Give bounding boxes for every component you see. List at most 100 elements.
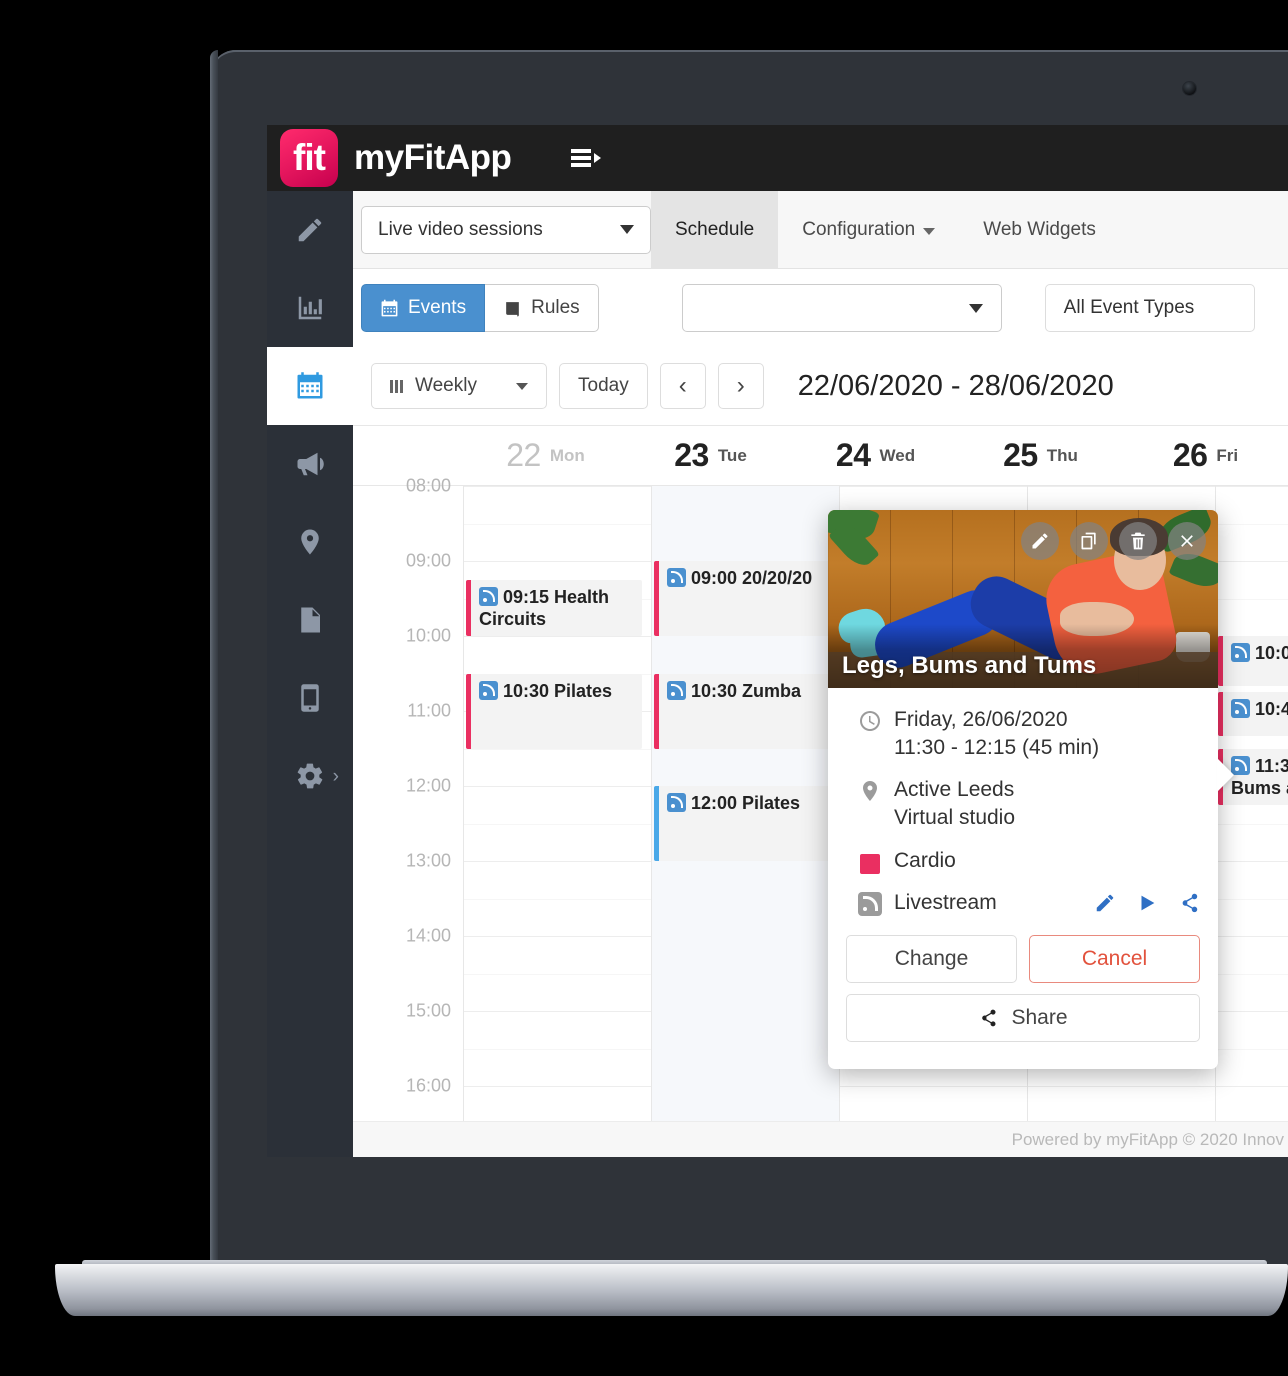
sidebar-item-content[interactable] — [267, 191, 353, 269]
trash-icon — [1131, 532, 1145, 550]
calendar-event[interactable]: 09:15 Health Circuits — [466, 579, 642, 636]
cancel-button-label: Cancel — [1081, 946, 1148, 970]
hour-label: 16:00 — [405, 1075, 451, 1096]
close-popup-button[interactable] — [1168, 522, 1206, 560]
day-number: 26 — [1172, 437, 1208, 473]
app-header: fit myFitApp — [267, 125, 1288, 191]
hamburger-icon[interactable] — [571, 149, 602, 167]
sidebar-item-reports[interactable] — [267, 269, 353, 347]
bar-chart-icon — [298, 296, 322, 320]
calendar-event[interactable]: 10:00 — [1218, 636, 1288, 686]
document-icon — [301, 607, 320, 633]
chevron-right-icon: › — [736, 372, 745, 399]
event-color-bar — [466, 673, 471, 749]
time-gutter: 08:00 09:00 10:00 11:00 12:00 13:00 14:00 15:00… — [353, 476, 463, 1157]
calendar-event[interactable]: 10:30 Zumba — [654, 673, 830, 749]
category-color-swatch — [860, 853, 880, 874]
prev-week-button[interactable]: ‹ — [659, 363, 706, 409]
popup-stream-label: Livestream — [894, 890, 997, 914]
popup-title: Legs, Bums and Tums — [842, 652, 1097, 679]
popup-location-row: Active Leeds Virtual studio — [828, 776, 1218, 832]
mobile-icon — [301, 684, 319, 712]
hour-label: 14:00 — [405, 925, 451, 946]
sidebar-item-documents[interactable] — [267, 581, 353, 659]
pencil-icon[interactable] — [1094, 892, 1116, 914]
day-header-24[interactable]: 24 Wed — [793, 426, 958, 485]
today-button-label: Today — [578, 375, 629, 396]
view-select-left: Weekly — [390, 375, 477, 397]
day-name: Wed — [879, 445, 916, 465]
popup-category: Cardio — [894, 848, 956, 872]
sidebar-item-app[interactable] — [267, 659, 353, 737]
calendar-day-header: 22 Mon 23 Tue 24 Wed 25 Thu 26 Fri — [353, 425, 1288, 485]
event-color-bar — [654, 673, 659, 749]
cancel-button[interactable]: Cancel — [1029, 934, 1200, 983]
events-button[interactable]: Events — [361, 284, 486, 332]
event-color-bar — [654, 561, 659, 636]
megaphone-icon — [297, 452, 324, 476]
popup-date: Friday, 26/06/2020 — [894, 708, 1068, 731]
calendar-event[interactable]: 09:00 20/20/20 — [654, 561, 830, 636]
date-range-label: 22/06/2020 - 28/06/2020 — [797, 369, 1114, 402]
duplicate-event-button[interactable] — [1070, 522, 1108, 560]
sidebar-item-campaigns[interactable] — [267, 425, 353, 503]
event-types-select[interactable]: All Event Types — [1044, 284, 1255, 332]
location-pin-icon-wrap — [846, 776, 894, 803]
rss-icon — [667, 680, 686, 700]
popup-body: Friday, 26/06/2020 11:30 - 12:15 (45 min… — [828, 688, 1218, 1069]
location-pin-icon — [301, 529, 319, 555]
change-button[interactable]: Change — [846, 934, 1017, 983]
popup-time-row: Friday, 26/06/2020 11:30 - 12:15 (45 min… — [828, 706, 1218, 762]
laptop-base — [55, 1264, 1288, 1316]
event-title: 09:15 Health Circuits — [479, 586, 610, 630]
filter-select[interactable] — [681, 284, 1002, 332]
sidebar-item-schedule[interactable] — [267, 347, 353, 425]
day-header-25[interactable]: 25 Thu — [958, 426, 1123, 485]
change-button-label: Change — [894, 946, 969, 970]
day-name: Thu — [1046, 445, 1078, 465]
delete-event-button[interactable] — [1119, 522, 1157, 560]
today-button[interactable]: Today — [559, 363, 648, 409]
sidebar-item-locations[interactable] — [267, 503, 353, 581]
day-number: 23 — [674, 437, 709, 473]
day-header-22[interactable]: 22 Mon — [463, 426, 628, 485]
rss-icon — [858, 892, 882, 917]
share-icon[interactable] — [1178, 892, 1200, 914]
chevron-down-icon — [968, 303, 983, 313]
popup-hero-image: Legs, Bums and Tums — [828, 510, 1218, 688]
popup-arrow — [1217, 758, 1234, 792]
day-header-26[interactable]: 26 Fri — [1123, 426, 1288, 485]
view-select[interactable]: Weekly — [371, 363, 547, 409]
chevron-down-icon — [620, 225, 634, 234]
day-name: Mon — [549, 445, 585, 465]
event-title: 12:00 Pilates — [691, 793, 801, 813]
day-column-26[interactable] — [1215, 486, 1288, 1157]
rules-button[interactable]: Rules — [485, 284, 599, 332]
day-number: 24 — [835, 437, 871, 473]
calendar-event[interactable]: 10:30 Pilates — [466, 673, 642, 749]
event-title: 10:30 Zumba — [691, 680, 802, 701]
brand-logo: fit — [280, 129, 338, 187]
day-name: Tue — [717, 445, 747, 465]
events-rules-toggle: Events Rules — [361, 284, 599, 332]
popup-datetime: Friday, 26/06/2020 11:30 - 12:15 (45 min… — [894, 706, 1099, 762]
calendar-event[interactable]: 10:45 — [1218, 692, 1288, 736]
pencil-icon — [298, 218, 322, 242]
tab-web-widgets[interactable]: Web Widgets — [959, 191, 1120, 269]
hour-label: 15:00 — [405, 1000, 451, 1021]
event-title: 10:00 — [1255, 643, 1288, 663]
tab-schedule[interactable]: Schedule — [651, 190, 779, 269]
rss-icon — [479, 586, 498, 606]
day-header-23[interactable]: 23 Tue — [628, 426, 793, 485]
play-icon[interactable] — [1136, 892, 1158, 914]
event-types-value: All Event Types — [1063, 297, 1195, 318]
sidebar-item-settings[interactable]: › — [267, 737, 353, 815]
share-button[interactable]: Share — [846, 993, 1200, 1042]
hour-label: 09:00 — [405, 550, 451, 571]
module-select[interactable]: Live video sessions — [361, 205, 651, 254]
edit-event-button[interactable] — [1021, 522, 1059, 560]
calendar-event[interactable]: 12:00 Pilates — [654, 786, 830, 861]
next-week-button[interactable]: › — [717, 363, 764, 409]
share-button-label: Share — [1011, 1005, 1068, 1029]
tab-configuration[interactable]: Configuration — [778, 191, 959, 269]
